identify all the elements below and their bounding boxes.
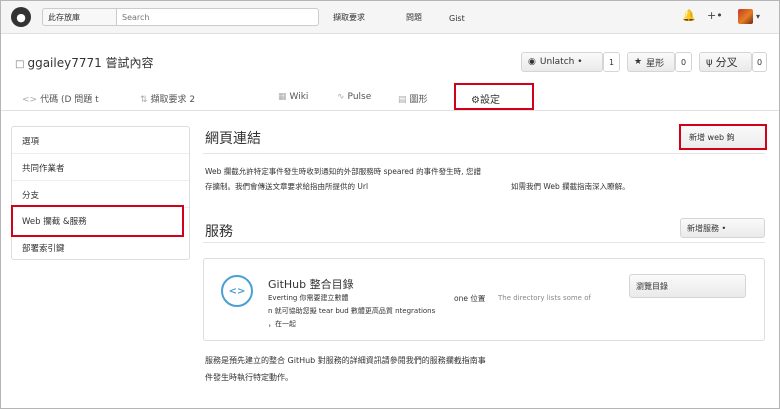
pull-request-icon: ⇅ [140, 95, 148, 105]
repo-title[interactable]: □ ggailey7771 嘗試內容 [15, 54, 154, 71]
star-icon: ★ [634, 57, 643, 67]
avatar-dropdown-icon[interactable]: ▾ [756, 12, 760, 21]
add-webhook-button[interactable]: 新增 web 鉤 [679, 124, 767, 150]
sidebar-item-deploy-keys[interactable]: 部署索引鍵 [12, 234, 189, 261]
fork-icon: ψ [706, 56, 713, 68]
unwatch-button[interactable]: ◉ Unlatch • [521, 52, 603, 72]
tab-wiki[interactable]: ▦ Wiki [278, 92, 308, 102]
fork-button[interactable]: ψ 分叉 [699, 52, 752, 72]
create-new-button[interactable]: +• [707, 9, 723, 22]
card-mid-text2: The directory lists some of [498, 294, 591, 302]
graph-icon: ▤ [398, 95, 407, 105]
pulse-icon: ∿ [337, 92, 345, 102]
sidebar-item-webhooks-services[interactable]: Web 攔截 &服務 [11, 205, 184, 237]
sidebar-item-options[interactable]: 選項 [12, 127, 189, 154]
add-service-button[interactable]: 新增服務 • [680, 218, 765, 238]
repo-tabs [1, 88, 779, 111]
sidebar-item-collaborators[interactable]: 共同作業者 [12, 154, 189, 181]
card-text-line3: ，在一起 [268, 320, 296, 328]
settings-sidebar: 選項 共同作業者 分支 部署索引鍵 [11, 126, 190, 260]
code-icon: <> [22, 95, 38, 105]
book-icon: ▦ [278, 92, 287, 102]
webhooks-description-line2: 存擴制。我們會傳送文章要求給指由所提供的 Url [205, 182, 369, 191]
watch-count[interactable]: 1 [603, 52, 620, 72]
card-title: GitHub 整合目錄 [268, 278, 354, 291]
gear-icon: ⚙ [471, 95, 480, 106]
sidebar-item-label: Web 攔截 &服務 [22, 217, 87, 227]
star-button[interactable]: ★ 星形 [627, 52, 675, 72]
tab-pulse[interactable]: ∿ Pulse [337, 92, 371, 102]
tab-settings[interactable]: ⚙設定 [454, 83, 534, 110]
star-count[interactable]: 0 [675, 52, 692, 72]
github-logo-icon[interactable]: ● [11, 7, 31, 27]
repo-icon: □ [15, 59, 25, 70]
services-title: 服務 [205, 224, 233, 240]
fork-count[interactable]: 0 [752, 52, 767, 72]
bell-icon[interactable]: 🔔 [682, 9, 696, 22]
eye-icon: ◉ [528, 57, 536, 67]
card-text-line2: n 就可協助您擬 tear bud 數體更高品質 ntegrations [268, 307, 436, 315]
webhooks-guide-link[interactable]: 如需我們 Web 攔截指南深入瞭解。 [511, 178, 630, 195]
divider [203, 242, 765, 243]
card-mid-text: one 位置 [454, 294, 486, 303]
nav-pull-requests[interactable]: 擷取要求 [333, 12, 365, 23]
divider [203, 153, 765, 154]
nav-issues[interactable]: 問題 [406, 12, 422, 23]
avatar[interactable] [738, 9, 753, 24]
nav-gist[interactable]: Gist [449, 14, 465, 23]
search-scope-label: 此存放庫 [42, 8, 116, 26]
code-icon: <> [221, 275, 253, 307]
card-text-line1: Everting 你需要建立數體 [268, 294, 349, 302]
webhooks-title: 網頁連結 [205, 131, 261, 147]
browse-directory-button[interactable]: 瀏覽目錄 [629, 274, 746, 298]
tab-graphs[interactable]: ▤ 圖形 [398, 92, 428, 105]
tab-code[interactable]: <> 代碼 (D 問題 t [22, 92, 99, 105]
sidebar-item-branches[interactable]: 分支 [12, 181, 189, 208]
search-input[interactable] [116, 8, 319, 26]
services-footnote: 服務是預先建立的整合 GitHub 對服務的詳細資訊請參閱我們的服務攔截指南事 [205, 356, 486, 365]
tab-pull-requests[interactable]: ⇅ 擷取要求 2 [140, 92, 195, 105]
services-footnote-line2: 件發生時執行特定動作。 [205, 373, 293, 382]
